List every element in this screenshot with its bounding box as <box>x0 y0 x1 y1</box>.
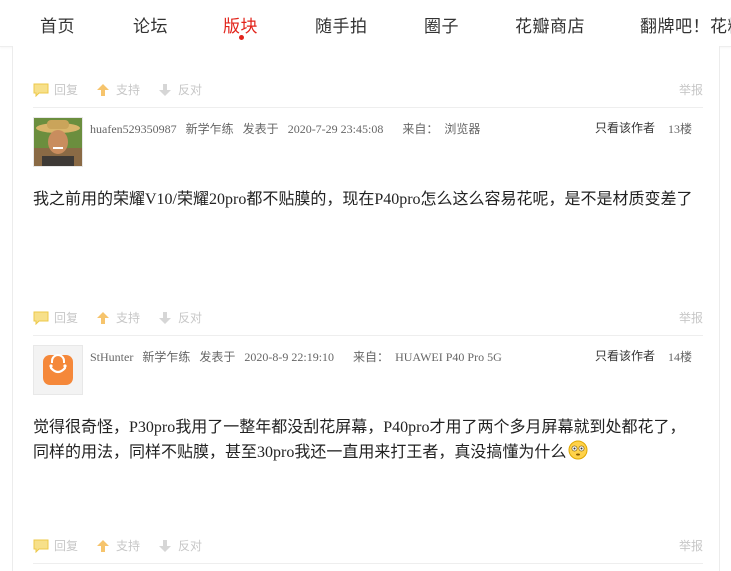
nav-item-home[interactable]: 首页 <box>40 12 75 37</box>
support-button[interactable]: 支持 <box>95 537 140 554</box>
username-link[interactable]: huafen529350987 <box>90 122 177 136</box>
nav-item-label: 圈子 <box>424 17 459 37</box>
reply-label: 回复 <box>54 311 79 325</box>
post-meta: huafen529350987 新学乍练 发表于 2020-7-29 23:45… <box>90 120 486 137</box>
thumbs-up-icon <box>97 539 109 552</box>
thumbs-up-icon <box>97 311 109 324</box>
top-nav: 首页 论坛 版块 随手拍 圈子 花瓣商店 翻牌吧！花粉 <box>0 0 731 47</box>
post-body-line: 我之前用的荣耀V10/荣耀20pro都不贴膜的，现在P40pro怎么这么容易花呢… <box>33 191 693 208</box>
nav-item-label: 翻牌吧！花粉 <box>640 17 731 37</box>
oppose-label: 反对 <box>178 311 203 325</box>
posted-time: 2020-7-29 23:45:08 <box>287 122 384 136</box>
nav-item-label: 首页 <box>40 17 75 37</box>
nav-item-store[interactable]: 花瓣商店 <box>515 12 585 37</box>
thread-content: 回复 支持 反对 举报 huafen529350987 新学乍练 发表于 202… <box>12 46 720 571</box>
source-label: 来自： <box>353 350 390 364</box>
post-action-bar: 回复 支持 反对 举报 <box>33 309 703 329</box>
support-label: 支持 <box>116 83 141 97</box>
oppose-label: 反对 <box>178 83 203 97</box>
support-button[interactable]: 支持 <box>95 81 140 98</box>
username-link[interactable]: StHunter <box>90 350 133 364</box>
user-photo-avatar <box>34 118 82 166</box>
post-body-line: 觉得很奇怪，P30pro我用了一整年都没刮花屏幕，P40pro才用了两个多月屏幕… <box>33 419 686 436</box>
post-meta: StHunter 新学乍练 发表于 2020-8-9 22:19:10 来自： H… <box>90 348 508 365</box>
floor-number: 13楼 <box>668 122 693 136</box>
report-link[interactable]: 举报 <box>679 537 703 554</box>
user-rank: 新学乍练 <box>142 350 191 364</box>
divider <box>33 107 703 108</box>
reply-icon <box>33 311 49 325</box>
avatar[interactable] <box>33 117 83 167</box>
reply-button[interactable]: 回复 <box>33 537 78 554</box>
source-label: 来自： <box>402 122 439 136</box>
posted-label: 发表于 <box>242 122 279 136</box>
reply-icon <box>33 539 49 553</box>
source-value: 浏览器 <box>444 122 481 136</box>
divider <box>33 335 703 336</box>
post-body: 我之前用的荣耀V10/荣耀20pro都不贴膜的，现在P40pro怎么这么容易花呢… <box>33 187 713 212</box>
support-label: 支持 <box>116 311 141 325</box>
only-author-link[interactable]: 只看该作者 <box>595 119 655 136</box>
divider <box>33 563 703 564</box>
nav-item-label: 花瓣商店 <box>515 17 585 37</box>
nav-item-label: 随手拍 <box>315 17 368 37</box>
nav-item-label: 论坛 <box>133 17 168 37</box>
thumbs-up-icon <box>97 83 109 96</box>
support-button[interactable]: 支持 <box>95 309 140 326</box>
thumbs-down-icon <box>159 83 171 96</box>
post-body-line: 同样的用法，同样不贴膜，甚至30pro我还一直用来打王者，真没搞懂为什么 <box>33 444 567 461</box>
support-label: 支持 <box>116 539 141 553</box>
oppose-label: 反对 <box>178 539 203 553</box>
source-value: HUAWEI P40 Pro 5G <box>395 350 502 364</box>
reply-button[interactable]: 回复 <box>33 81 78 98</box>
post-action-bar: 回复 支持 反对 举报 <box>33 537 703 557</box>
flushed-face-emoji <box>568 440 588 460</box>
posted-time: 2020-8-9 22:19:10 <box>244 350 335 364</box>
reply-label: 回复 <box>54 83 79 97</box>
reply-icon <box>33 83 49 97</box>
avatar[interactable] <box>33 345 83 395</box>
reply-button[interactable]: 回复 <box>33 309 78 326</box>
oppose-button[interactable]: 反对 <box>157 309 202 326</box>
report-link[interactable]: 举报 <box>679 309 703 326</box>
only-author-link[interactable]: 只看该作者 <box>595 347 655 364</box>
posted-label: 发表于 <box>199 350 236 364</box>
nav-item-label: 版块 <box>223 17 258 37</box>
nav-item-snapshots[interactable]: 随手拍 <box>315 12 368 37</box>
thumbs-down-icon <box>159 311 171 324</box>
nav-item-sections[interactable]: 版块 <box>223 12 258 40</box>
reply-label: 回复 <box>54 539 79 553</box>
nav-item-circles[interactable]: 圈子 <box>424 12 459 37</box>
oppose-button[interactable]: 反对 <box>157 81 202 98</box>
thumbs-down-icon <box>159 539 171 552</box>
active-indicator <box>238 35 244 40</box>
oppose-button[interactable]: 反对 <box>157 537 202 554</box>
shopping-bag-icon <box>34 346 82 394</box>
post-action-bar: 回复 支持 反对 举报 <box>33 81 703 101</box>
nav-item-flip-bar[interactable]: 翻牌吧！花粉 <box>640 12 731 37</box>
post-body: 觉得很奇怪，P30pro我用了一整年都没刮花屏幕，P40pro才用了两个多月屏幕… <box>33 415 713 465</box>
user-rank: 新学乍练 <box>185 122 234 136</box>
floor-number: 14楼 <box>668 350 693 364</box>
report-link[interactable]: 举报 <box>679 81 703 98</box>
nav-item-forum[interactable]: 论坛 <box>133 12 168 37</box>
